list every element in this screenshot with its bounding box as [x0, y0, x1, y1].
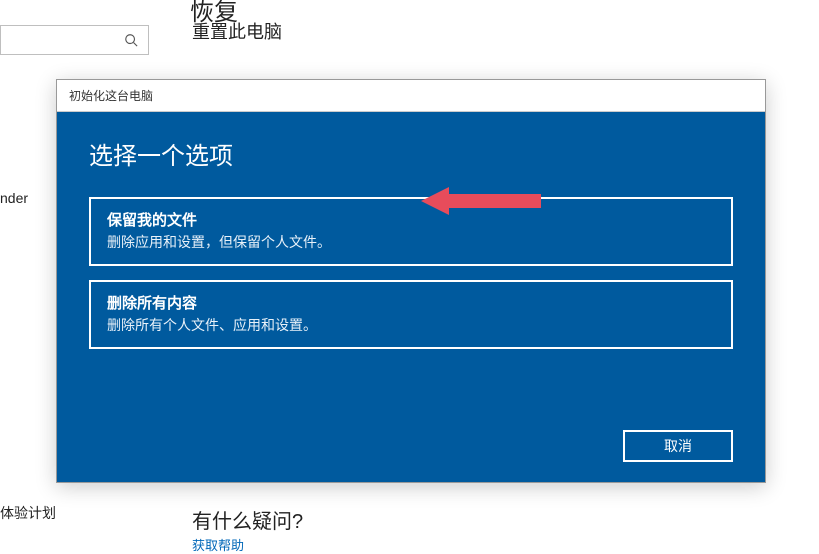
option-keep-files[interactable]: 保留我的文件 删除应用和设置，但保留个人文件。	[89, 197, 733, 266]
option-title: 删除所有内容	[107, 292, 715, 313]
search-input[interactable]	[0, 25, 149, 55]
dialog-heading: 选择一个选项	[89, 136, 733, 171]
search-icon	[124, 33, 138, 47]
reset-pc-heading: 重置此电脑	[192, 18, 282, 44]
dialog-body: 选择一个选项 保留我的文件 删除应用和设置，但保留个人文件。 删除所有内容 删除…	[57, 112, 765, 482]
help-question-heading: 有什么疑问?	[192, 505, 303, 534]
dialog-title-text: 初始化这台电脑	[69, 87, 153, 104]
option-desc: 删除应用和设置，但保留个人文件。	[107, 232, 715, 252]
dialog-titlebar: 初始化这台电脑	[57, 80, 765, 112]
sidebar-item-fragment: nder	[0, 190, 28, 206]
option-title: 保留我的文件	[107, 209, 715, 230]
cancel-button[interactable]: 取消	[623, 430, 733, 462]
option-remove-everything[interactable]: 删除所有内容 删除所有个人文件、应用和设置。	[89, 280, 733, 349]
sidebar-item-insider[interactable]: 体验计划	[0, 503, 56, 523]
get-help-link[interactable]: 获取帮助	[192, 535, 244, 554]
reset-pc-dialog: 初始化这台电脑 选择一个选项 保留我的文件 删除应用和设置，但保留个人文件。 删…	[56, 79, 766, 483]
option-desc: 删除所有个人文件、应用和设置。	[107, 315, 715, 335]
